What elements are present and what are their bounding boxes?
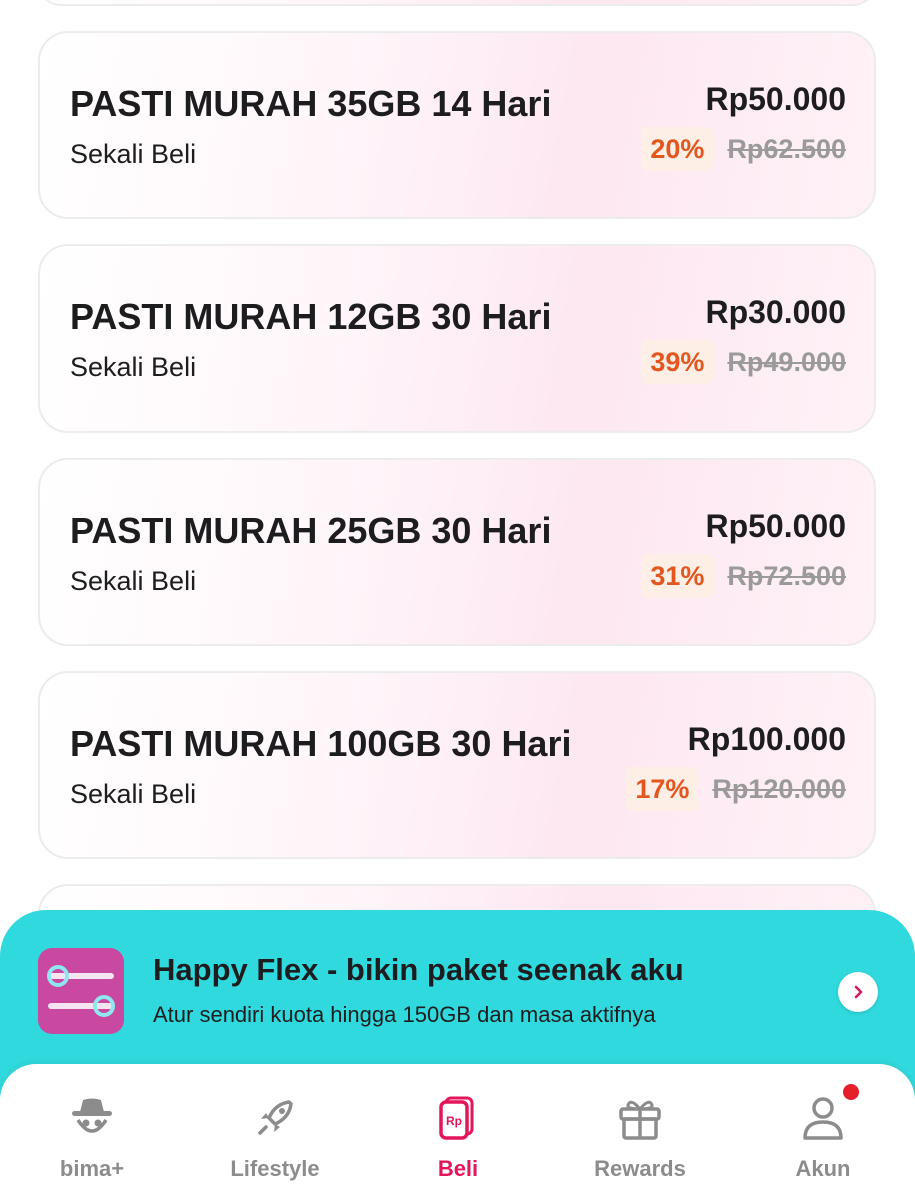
original-price: Rp120.000 [712,773,846,804]
original-price: Rp62.500 [727,133,846,164]
rupiah-cards-icon: Rp [430,1090,486,1146]
package-name: PASTI MURAH 12GB 30 Hari [70,296,552,337]
nav-label: bima+ [59,1156,125,1181]
package-card-partial-top[interactable] [38,0,876,6]
package-price: Rp100.000 [687,721,846,757]
discount-badge: 39% [641,340,714,384]
banner-description: Atur sendiri kuota hingga 150GB dan masa… [153,1002,656,1027]
rocket-icon [247,1090,303,1146]
nav-label: Rewards [594,1156,686,1181]
discount-badge: 31% [641,554,714,598]
discount-badge: 17% [626,767,699,811]
nav-item-akun[interactable]: Akun [743,1082,903,1190]
package-card[interactable]: PASTI MURAH 25GB 30 Hari Sekali Beli Rp5… [38,458,876,646]
nav-item-bima[interactable]: bima+ [12,1090,172,1190]
package-price: Rp50.000 [705,81,846,117]
package-name: PASTI MURAH 100GB 30 Hari [70,723,572,764]
sliders-icon [38,948,124,1034]
nav-item-lifestyle[interactable]: Lifestyle [195,1090,355,1190]
nav-label: Beli [437,1156,479,1181]
nav-item-beli[interactable]: Rp Beli [378,1090,538,1190]
package-card[interactable]: PASTI MURAH 100GB 30 Hari Sekali Beli Rp… [38,671,876,859]
package-price: Rp50.000 [705,508,846,544]
notification-dot [841,1082,861,1102]
banner-title: Happy Flex - bikin paket seenak aku [153,952,684,987]
package-type: Sekali Beli [70,566,197,596]
package-card[interactable]: PASTI MURAH 35GB 14 Hari Sekali Beli Rp5… [38,31,876,219]
original-price: Rp72.500 [727,560,846,591]
original-price: Rp49.000 [727,346,846,377]
package-name: PASTI MURAH 25GB 30 Hari [70,510,552,551]
nav-label: Akun [795,1156,851,1181]
package-price: Rp30.000 [705,294,846,330]
package-name: PASTI MURAH 35GB 14 Hari [70,83,552,124]
gift-icon [612,1090,668,1146]
discount-badge: 20% [641,127,714,171]
nav-label: Lifestyle [230,1156,320,1181]
package-type: Sekali Beli [70,352,197,382]
incognito-icon [64,1090,120,1146]
chevron-right-icon[interactable] [838,972,878,1012]
package-type: Sekali Beli [70,139,197,169]
package-card[interactable]: PASTI MURAH 12GB 30 Hari Sekali Beli Rp3… [38,244,876,433]
bottom-navigation: bima+ Lifestyle Rp Beli Rewards Akun [0,1064,915,1200]
svg-text:Rp: Rp [446,1114,462,1128]
package-type: Sekali Beli [70,779,197,809]
nav-item-rewards[interactable]: Rewards [560,1090,720,1190]
